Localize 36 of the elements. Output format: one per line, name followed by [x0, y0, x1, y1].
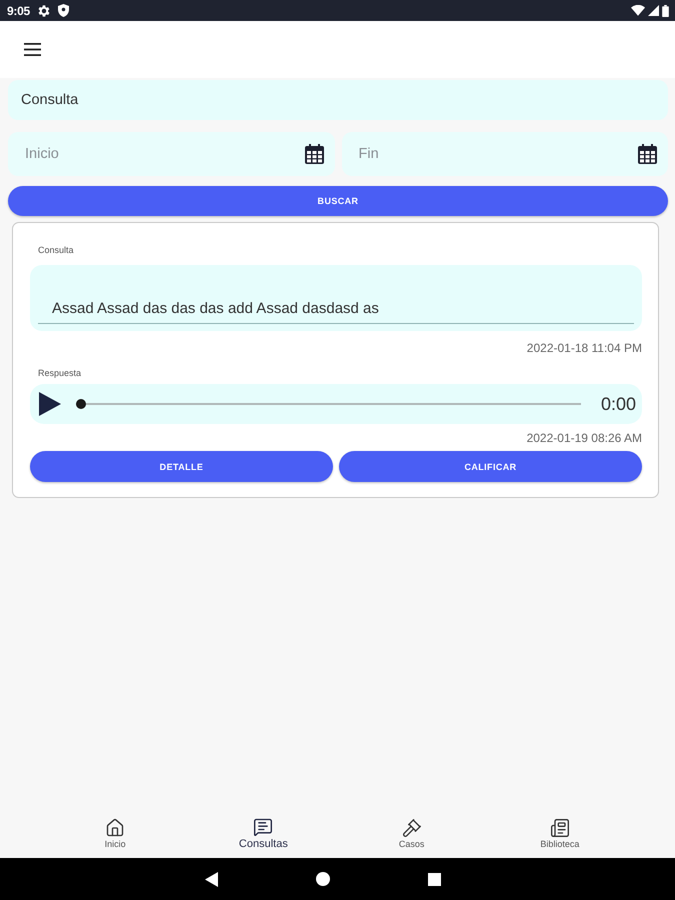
detail-button[interactable]: DETALLE [30, 451, 333, 482]
home-icon[interactable] [105, 818, 126, 838]
home-circle-icon[interactable] [316, 872, 330, 886]
shield-icon [58, 4, 69, 17]
query-label: Consulta [37, 245, 74, 255]
nav-tab[interactable]: Consultas [189, 805, 338, 858]
start-date-placeholder: Inicio [25, 146, 59, 162]
answer-timestamp: 2022-01-19 08:26 AM [526, 431, 642, 445]
status-time: 9:05 [7, 4, 30, 18]
query-timestamp: 2022-01-18 11:04 PM [526, 341, 642, 355]
answer-label: Respuesta [37, 368, 82, 378]
menu-icon[interactable] [24, 43, 41, 56]
end-date-placeholder: Fin [358, 146, 379, 162]
back-icon[interactable] [204, 872, 218, 886]
signal-icon [648, 5, 659, 16]
audio-progress-track[interactable] [76, 398, 581, 410]
chat-bubble-icon[interactable] [253, 816, 274, 836]
audio-progress-thumb[interactable] [76, 399, 86, 409]
audio-time: 0:00 [600, 394, 636, 414]
nav-tab[interactable]: Inicio [41, 805, 190, 858]
rate-button[interactable]: CALIFICAR [339, 451, 642, 482]
query-text-field[interactable]: Assad Assad das das das add Assad dasdasd as [30, 265, 642, 331]
query-field[interactable]: Consulta [8, 80, 668, 120]
search-button[interactable]: BUSCAR [8, 186, 668, 216]
play-icon[interactable] [38, 391, 62, 417]
wifi-icon [631, 5, 645, 16]
query-text: Assad Assad das das das add Assad dasdasd as [38, 300, 634, 324]
calendar-icon[interactable] [638, 144, 657, 164]
nav-tab[interactable]: Casos [338, 805, 486, 858]
gear-icon [38, 4, 50, 16]
newspaper-icon[interactable] [550, 818, 570, 838]
gavel-icon[interactable] [402, 818, 422, 838]
nav-tab[interactable]: Biblioteca [486, 805, 634, 858]
recents-square-icon[interactable] [428, 872, 440, 886]
battery-icon [662, 4, 669, 16]
calendar-icon[interactable] [304, 144, 324, 164]
